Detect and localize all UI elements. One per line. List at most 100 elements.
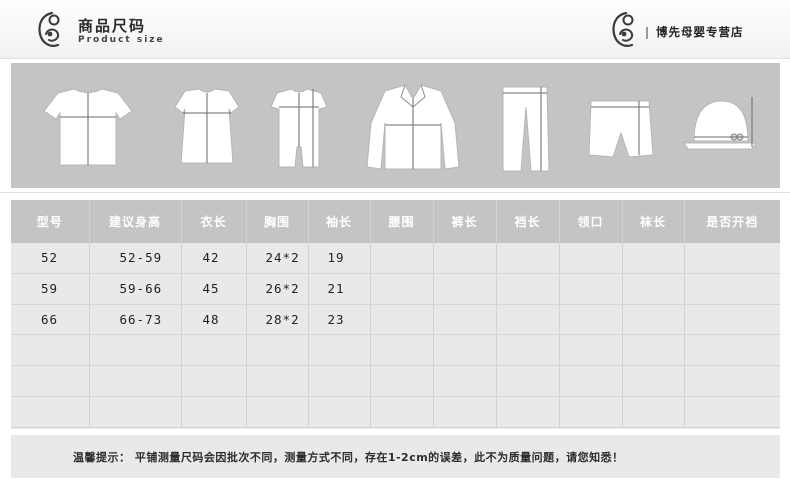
mother-baby-logo-icon [38,11,60,47]
column-header: 袖长 [308,200,371,243]
store-name: 博先母婴专营店 [656,25,744,39]
table-cell [89,334,182,367]
table-cell [308,365,371,397]
table-cell [11,396,90,428]
table-row: 52 52-59 42 24*2 19 [11,243,780,274]
table-cell [89,365,182,397]
hat-icon [683,97,757,150]
table-cell [622,334,685,367]
dress-icon [174,88,240,164]
page-title: 商品尺码 [78,17,147,35]
table-cell [89,396,182,428]
page-header: 商品尺码 Product size 博先母婴专营店 [0,0,790,58]
column-header: 裤长 [433,200,497,243]
table-cell [622,273,685,305]
table-cell [559,273,623,305]
table-cell [181,334,247,367]
table-cell [684,243,780,274]
notice-text: 温馨提示： 平铺测量尺码会因批次不同，测量方式不同，存在1-2cm的误差，此不为… [73,451,624,464]
table-cell [684,365,780,397]
column-header: 裆长 [496,200,560,243]
table-cell [433,273,497,305]
table-cell [181,365,247,397]
table-cell [433,365,497,397]
column-header: 领口 [559,200,623,243]
table-cell [684,334,780,367]
table-cell [11,334,90,367]
table-cell [370,243,434,274]
table-cell [308,334,371,367]
table-cell [622,365,685,397]
table-cell [370,273,434,305]
page-subtitle: Product size [78,35,165,45]
column-header: 腰围 [370,200,434,243]
table-cell [559,243,623,274]
column-header: 袜长 [622,200,685,243]
table-cell [496,304,560,336]
table-cell: 59 [11,273,90,305]
section-divider [0,192,790,193]
table-cell: 45 [181,273,247,305]
table-cell [11,365,90,397]
shorts-icon [588,100,654,158]
table-cell: 52-59 [89,243,182,274]
table-cell [496,334,560,367]
store-divider [646,27,648,39]
table-cell [433,396,497,428]
table-row [11,334,780,367]
table-cell: 66 [11,304,90,336]
table-row: 59 59-66 45 26*2 21 [11,273,780,305]
tshirt-icon [43,88,133,166]
table-cell [559,365,623,397]
table-cell [684,273,780,305]
column-header: 衣长 [181,200,247,243]
pants-icon [502,86,550,172]
table-cell [684,396,780,428]
header-divider [0,58,790,59]
table-cell [559,334,623,367]
table-header-row: 型号 建议身高 衣长 胸围 袖长 腰围 裤长 裆长 领口 袜长 是否开裆 [11,200,780,243]
table-row: 66 66-73 48 28*2 23 [11,304,780,336]
table-cell: 42 [181,243,247,274]
table-cell [246,396,309,428]
table-row [11,365,780,397]
table-cell: 28*2 [246,304,309,336]
table-cell [181,396,247,428]
table-cell [433,334,497,367]
table-cell [433,243,497,274]
table-cell: 26*2 [246,273,309,305]
notice-bar: 温馨提示： 平铺测量尺码会因批次不同，测量方式不同，存在1-2cm的误差，此不为… [11,435,780,478]
garment-icons-panel [11,63,780,188]
column-header: 是否开裆 [684,200,780,243]
table-cell [622,243,685,274]
table-cell [370,334,434,367]
table-cell [308,396,371,428]
table-cell: 24*2 [246,243,309,274]
romper-icon [270,88,328,168]
table-row [11,396,780,428]
table-cell: 21 [308,273,371,305]
table-cell [246,334,309,367]
table-cell: 66-73 [89,304,182,336]
table-cell [370,304,434,336]
table-cell [496,365,560,397]
size-table-container: 型号 建议身高 衣长 胸围 袖长 腰围 裤长 裆长 领口 袜长 是否开裆 52 5… [11,200,780,429]
table-cell [622,304,685,336]
table-cell [246,365,309,397]
table-cell [496,273,560,305]
table-cell [370,365,434,397]
table-cell [496,396,560,428]
table-cell: 23 [308,304,371,336]
table-cell [559,396,623,428]
table-cell [622,396,685,428]
table-cell: 59-66 [89,273,182,305]
table-cell [370,396,434,428]
table-cell [559,304,623,336]
jacket-icon [366,84,460,170]
table-cell [684,304,780,336]
column-header: 胸围 [246,200,309,243]
mother-baby-logo-icon [612,11,634,47]
column-header: 建议身高 [89,200,182,243]
table-cell [496,243,560,274]
size-table: 型号 建议身高 衣长 胸围 袖长 腰围 裤长 裆长 领口 袜长 是否开裆 52 5… [11,200,780,428]
